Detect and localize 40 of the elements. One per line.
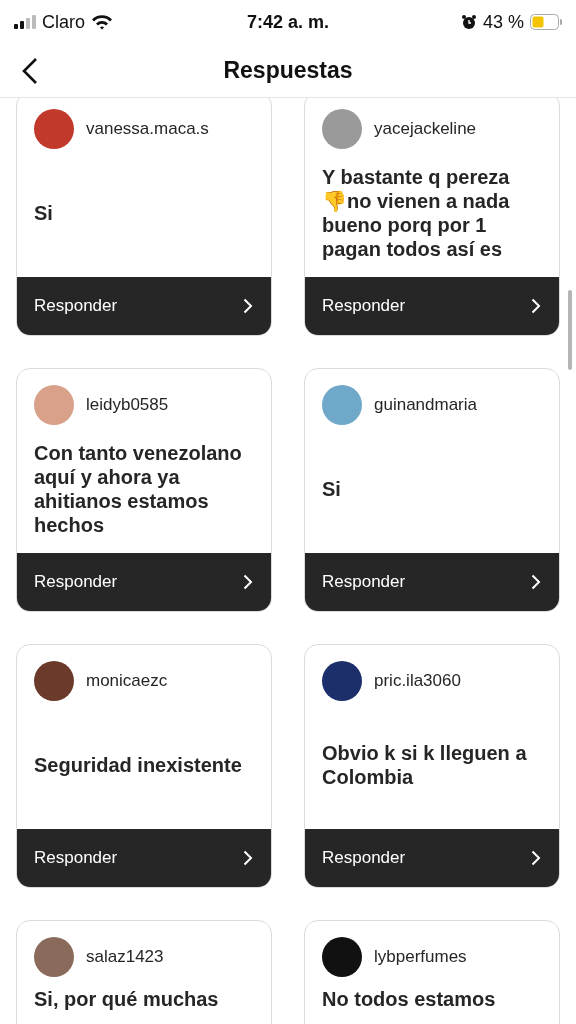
avatar-photo-placeholder[interactable] bbox=[322, 937, 362, 977]
response-text: Si bbox=[34, 201, 54, 225]
wifi-icon bbox=[91, 14, 113, 30]
reply-button[interactable]: Responder bbox=[17, 829, 271, 887]
username[interactable]: lybperfumes bbox=[374, 947, 467, 967]
scrollbar[interactable] bbox=[568, 290, 572, 370]
username[interactable]: monicaezc bbox=[86, 671, 168, 691]
battery-icon bbox=[530, 14, 562, 30]
reply-button[interactable]: Responder bbox=[305, 277, 559, 335]
response-text: Y bastante q pereza 👎no vienen a nada bueno porq por 1 pagan todos así es bbox=[322, 165, 511, 261]
username[interactable]: salaz1423 bbox=[86, 947, 164, 967]
username[interactable]: guinandmaria bbox=[374, 395, 477, 415]
response-text: Seguridad inexistente bbox=[34, 753, 243, 777]
response-text: Obvio k si k lleguen a Colombia bbox=[322, 741, 528, 789]
response-text: Con tanto venezolano aquí y ahora ya ahitianos estamos hechos bbox=[34, 441, 243, 537]
reply-button[interactable]: Responder bbox=[17, 277, 271, 335]
reply-button[interactable]: Responder bbox=[17, 553, 271, 611]
username[interactable]: leidyb0585 bbox=[86, 395, 169, 415]
response-text: Si, por qué muchas bbox=[34, 987, 220, 1011]
chevron-right-icon bbox=[243, 298, 253, 314]
chevron-right-icon bbox=[243, 574, 253, 590]
avatar-photo-placeholder[interactable] bbox=[34, 661, 74, 701]
avatar-photo-placeholder[interactable] bbox=[322, 661, 362, 701]
battery-percentage: 43 % bbox=[483, 11, 524, 33]
page-title: Respuestas bbox=[223, 57, 353, 84]
carrier-name: Claro bbox=[42, 11, 85, 33]
signal-icon bbox=[14, 15, 36, 29]
response-text: No todos estamos bbox=[322, 987, 497, 1011]
username[interactable]: yacejackeline bbox=[374, 119, 477, 139]
username[interactable]: vanessa.maca.s bbox=[86, 119, 209, 139]
chevron-right-icon bbox=[531, 850, 541, 866]
reply-button[interactable]: Responder bbox=[305, 553, 559, 611]
chevron-right-icon bbox=[531, 574, 541, 590]
chevron-right-icon bbox=[243, 850, 253, 866]
alarm-icon bbox=[461, 14, 477, 30]
response-text: Si bbox=[322, 477, 342, 501]
reply-button[interactable]: Responder bbox=[305, 829, 559, 887]
clock-time: 7:42 a. m. bbox=[247, 11, 330, 33]
chevron-right-icon bbox=[531, 298, 541, 314]
username[interactable]: pric.ila3060 bbox=[374, 671, 461, 691]
